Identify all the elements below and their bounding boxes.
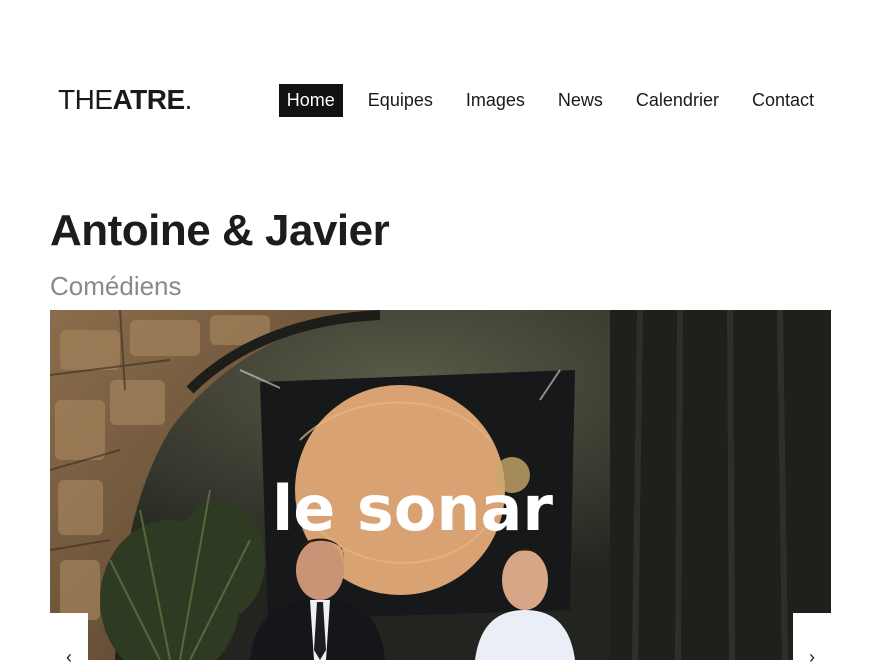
nav-item-contact[interactable]: Contact (744, 84, 822, 117)
site-header: THEATRE. Home Equipes Images News Calend… (0, 0, 880, 160)
nav-item-equipes[interactable]: Equipes (360, 84, 441, 117)
logo-dot: . (184, 84, 193, 115)
chevron-right-icon: › (809, 647, 815, 667)
site-logo[interactable]: THEATRE. (58, 84, 192, 116)
slider-prev-button[interactable]: ‹ (50, 613, 88, 666)
main-nav: Home Equipes Images News Calendrier Cont… (278, 84, 822, 117)
page-title: Antoine & Javier (50, 206, 390, 255)
stage-photo-illustration: le sonar (50, 310, 831, 660)
slider-photo[interactable]: le sonar (50, 310, 831, 660)
nav-item-news[interactable]: News (550, 84, 611, 117)
slider-next-button[interactable]: › (793, 613, 831, 666)
page-subtitle: Comédiens (50, 271, 182, 301)
chevron-left-icon: ‹ (66, 647, 72, 667)
logo-text-light: THE (58, 84, 113, 115)
banner-text: le sonar (272, 472, 553, 545)
nav-item-images[interactable]: Images (458, 84, 533, 117)
nav-item-calendrier[interactable]: Calendrier (628, 84, 727, 117)
logo-text-bold: ATRE (112, 84, 186, 115)
nav-item-home[interactable]: Home (278, 84, 343, 117)
